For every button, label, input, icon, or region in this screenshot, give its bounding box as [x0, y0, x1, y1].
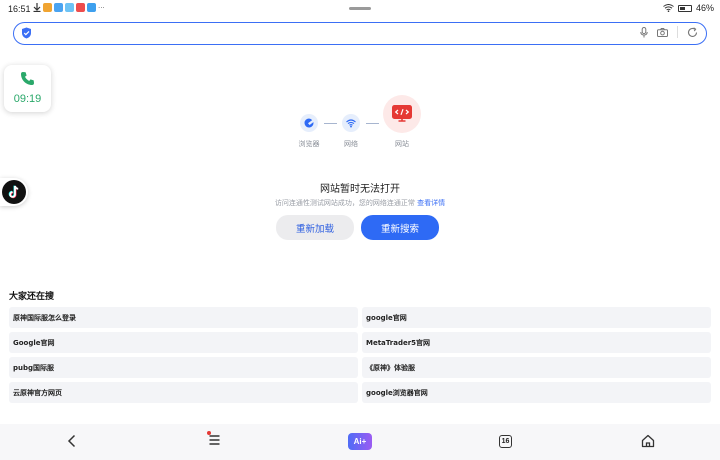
address-bar[interactable]: [13, 22, 707, 45]
error-subtitle-text: 访问连通性测试网站成功，您的网络连通正常: [274, 199, 415, 207]
trending-item[interactable]: 《原神》体验服: [362, 357, 711, 378]
search-input[interactable]: [40, 26, 620, 41]
trending-title: 大家还在搜: [9, 292, 55, 302]
shield-icon: [22, 27, 31, 39]
call-duration: 09:19: [13, 93, 42, 105]
download-icon: [33, 3, 41, 12]
trending-item[interactable]: 云原神官方网页: [9, 382, 358, 403]
trending-item[interactable]: Google官网: [9, 332, 358, 353]
browser-node: [300, 114, 318, 132]
status-right: 46%: [663, 3, 714, 13]
browser-label: 浏览器: [298, 140, 320, 148]
call-widget[interactable]: 09:19: [4, 65, 51, 112]
trending-item[interactable]: 原神国际服怎么登录: [9, 307, 358, 328]
wifi-icon: [346, 119, 356, 128]
connector-line: [366, 123, 379, 124]
ai-assistant-button[interactable]: Ai+: [348, 433, 372, 450]
app-icon: [65, 3, 74, 12]
wifi-icon: [663, 4, 674, 12]
divider: [677, 26, 678, 38]
menu-icon[interactable]: [209, 434, 220, 446]
connector-line: [324, 123, 337, 124]
phone-icon: [21, 72, 34, 85]
battery-level: 46%: [695, 3, 714, 13]
error-subtitle: 访问连通性测试网站成功，您的网络连通正常 查看详情: [0, 198, 720, 208]
trending-list: 原神国际服怎么登录 google官网 Google官网 MetaTrader5官…: [9, 307, 711, 403]
refresh-icon[interactable]: [687, 26, 698, 38]
bottom-toolbar: Ai+ 16: [0, 424, 720, 460]
home-icon[interactable]: [641, 434, 655, 448]
microphone-icon[interactable]: [640, 26, 648, 38]
battery-icon: [677, 4, 692, 12]
back-icon[interactable]: [67, 434, 77, 448]
trending-item[interactable]: google浏览器官网: [362, 382, 711, 403]
browser-icon: [304, 118, 314, 128]
reload-button[interactable]: 重新加载: [276, 215, 354, 240]
app-icon: [76, 3, 85, 12]
connection-diagram: 浏览器 网络 网站: [296, 95, 426, 150]
camera-icon[interactable]: [657, 27, 668, 37]
trending-item[interactable]: google官网: [362, 307, 711, 328]
error-title: 网站暂时无法打开: [320, 184, 400, 195]
website-error-icon: [392, 105, 412, 122]
network-node: [342, 114, 360, 132]
app-icon: [43, 3, 52, 12]
drag-handle[interactable]: [349, 7, 371, 10]
more-notifications: ···: [98, 3, 105, 12]
tabs-button[interactable]: 16: [499, 435, 512, 448]
trending-item[interactable]: pubg国际服: [9, 357, 358, 378]
app-icon: [87, 3, 96, 12]
status-time: 16:51: [8, 4, 31, 14]
notification-icons: ···: [33, 3, 105, 12]
network-label: 网络: [344, 140, 358, 148]
status-bar: 16:51 ··· 46%: [0, 0, 720, 18]
trending-item[interactable]: MetaTrader5官网: [362, 332, 711, 353]
website-node: [383, 95, 421, 133]
research-button[interactable]: 重新搜索: [361, 215, 439, 240]
view-details-link[interactable]: 查看详情: [417, 199, 445, 207]
website-label: 网站: [395, 140, 409, 148]
app-icon: [54, 3, 63, 12]
